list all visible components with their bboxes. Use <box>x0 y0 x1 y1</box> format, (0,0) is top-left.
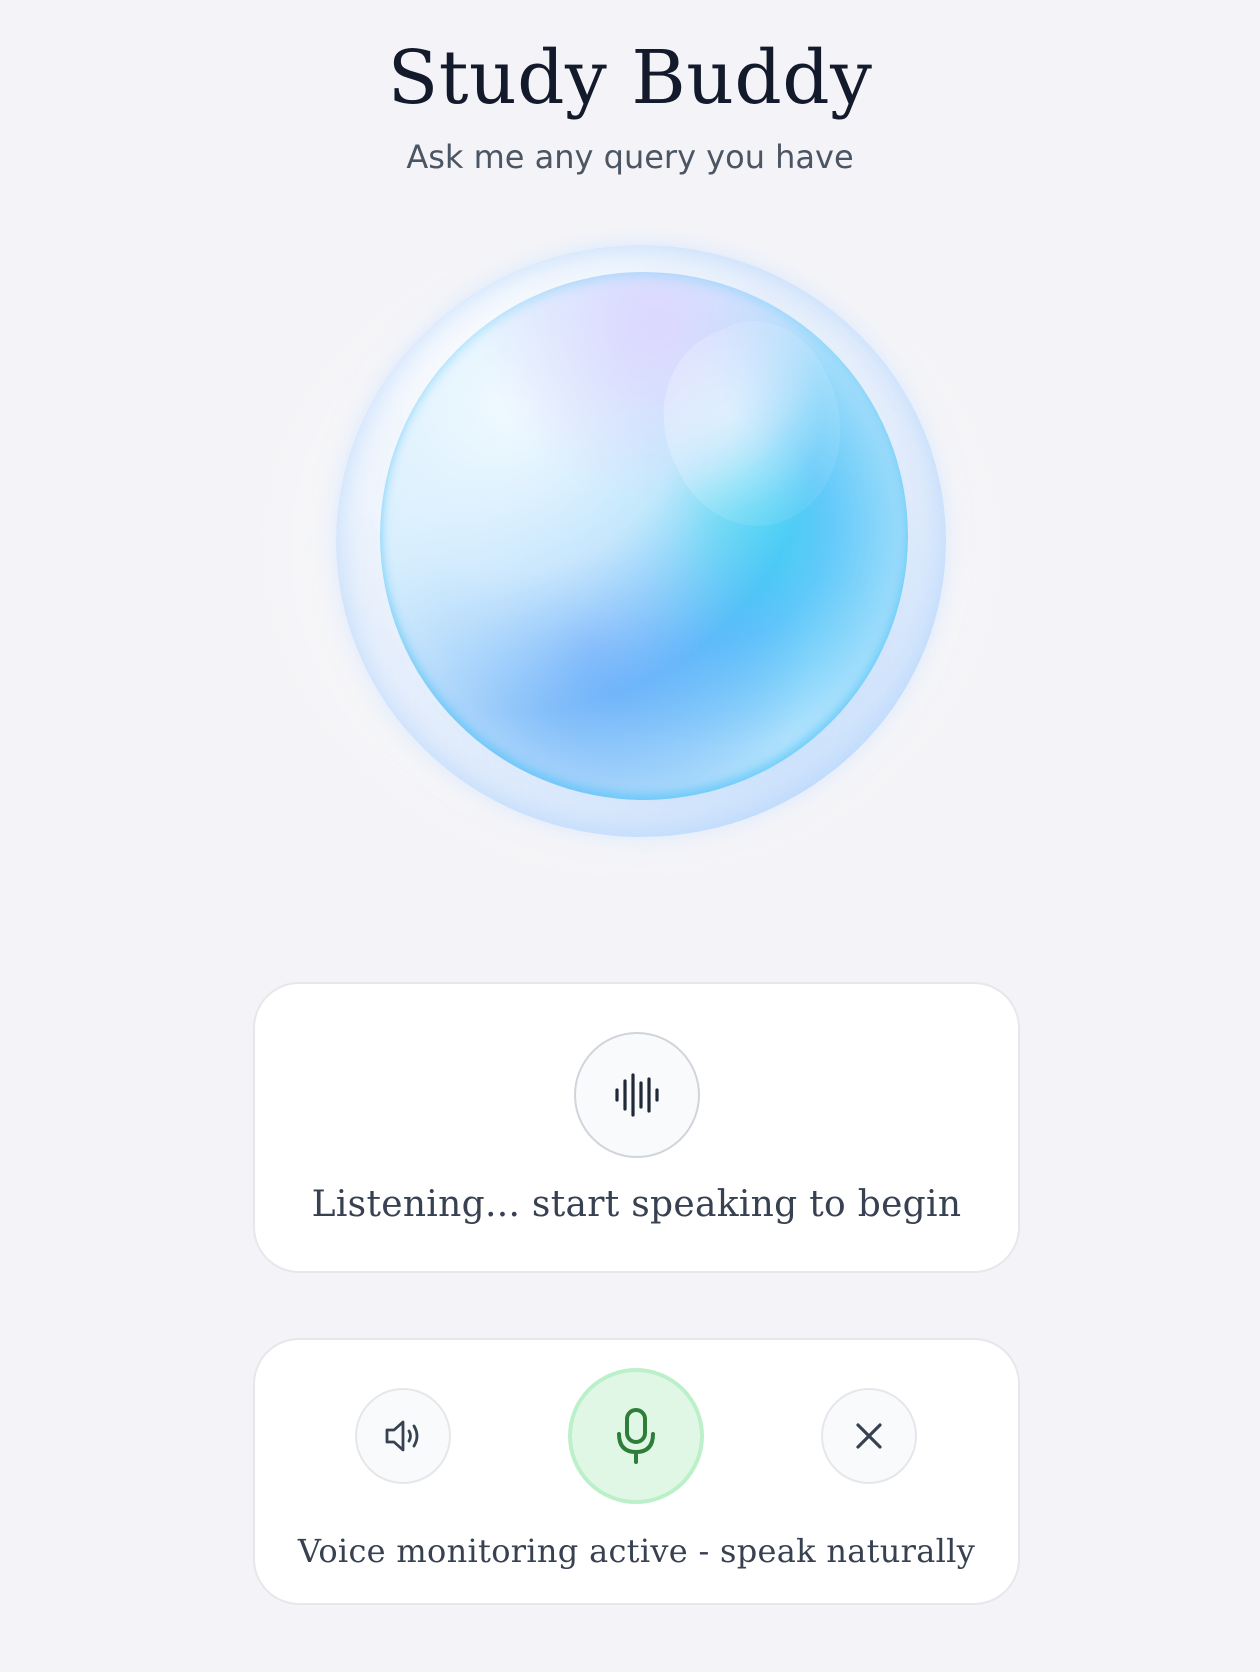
voice-monitoring-text: Voice monitoring active - speak naturall… <box>297 1532 976 1570</box>
microphone-button[interactable] <box>568 1368 704 1504</box>
microphone-icon <box>617 1408 655 1464</box>
speaker-icon <box>385 1420 419 1452</box>
voice-orb <box>336 245 946 837</box>
status-card: Listening... start speaking to begin <box>253 982 1020 1273</box>
audio-waveform-icon <box>615 1073 659 1117</box>
page-subtitle: Ask me any query you have <box>406 138 854 176</box>
voice-activity-button[interactable] <box>574 1032 700 1158</box>
speaker-button[interactable] <box>355 1388 451 1484</box>
listening-status-text: Listening... start speaking to begin <box>311 1184 962 1225</box>
close-icon <box>856 1423 882 1449</box>
controls-card: Voice monitoring active - speak naturall… <box>253 1338 1020 1605</box>
page-title: Study Buddy <box>387 35 873 121</box>
orb-core <box>380 272 908 800</box>
close-button[interactable] <box>821 1388 917 1484</box>
